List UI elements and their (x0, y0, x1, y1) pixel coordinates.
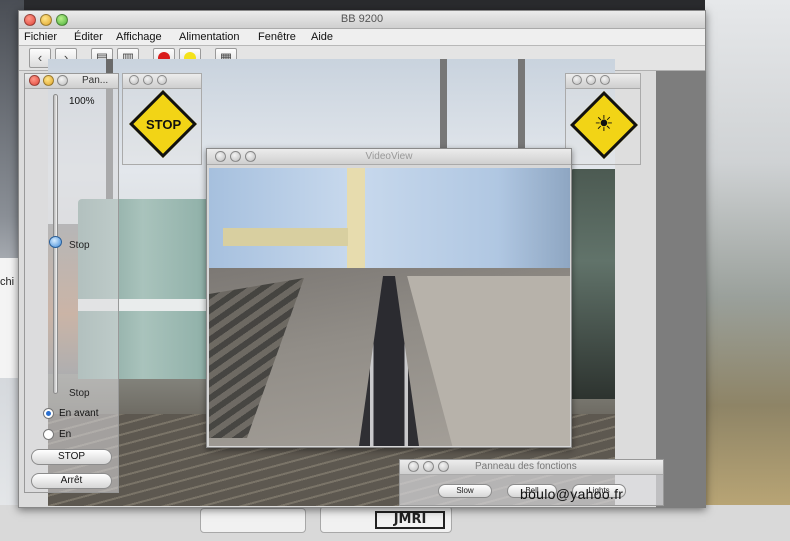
light-sign-panel: ☀ (565, 73, 641, 165)
zoom-button[interactable] (157, 75, 167, 85)
minimize-button[interactable] (423, 461, 434, 472)
function-slow-button[interactable]: Slow (438, 484, 492, 498)
watermark-text: boulo@yahoo.fr (520, 486, 624, 502)
video-feed (209, 168, 570, 446)
menu-bar: Fichier Éditer Affichage Alimentation Fe… (19, 29, 705, 46)
background-panel (200, 508, 306, 533)
throttle-titlebar[interactable]: Pan... (25, 74, 118, 89)
direction-forward-label: En avant (59, 408, 99, 419)
close-button[interactable] (408, 461, 419, 472)
stop-sign-text: STOP (146, 117, 182, 132)
zoom-button[interactable] (600, 75, 610, 85)
locomotive (568, 169, 615, 399)
stop-sign-panel: STOP (122, 73, 202, 165)
zoom-button[interactable] (438, 461, 449, 472)
minimize-button[interactable] (586, 75, 596, 85)
menu-fichier[interactable]: Fichier (24, 31, 57, 43)
close-button[interactable] (129, 75, 139, 85)
arret-button[interactable]: Arrêt (31, 473, 112, 489)
minimize-button[interactable] (143, 75, 153, 85)
slider-label: Stop (69, 388, 90, 399)
window-side-strip (656, 71, 706, 508)
menu-alimentation[interactable]: Alimentation (179, 31, 240, 43)
speed-slider-thumb[interactable] (49, 236, 62, 248)
video-view-window: VideoView (206, 148, 572, 448)
stop-button[interactable]: STOP (31, 449, 112, 465)
catenary-pole (518, 59, 525, 149)
menu-aide[interactable]: Aide (311, 31, 333, 43)
close-button[interactable] (29, 75, 40, 86)
direction-forward-radio[interactable] (43, 408, 54, 419)
light-sign-titlebar[interactable] (566, 74, 640, 89)
throttle-title: Pan... (82, 75, 109, 86)
throttle-panel: Pan... 100% Stop Stop En avant En STOP A… (24, 73, 119, 493)
video-support-beam (223, 228, 348, 246)
direction-reverse-radio[interactable] (43, 429, 54, 440)
video-wall (209, 168, 570, 280)
background-window-text: chi (0, 276, 15, 288)
direction-reverse-label: En (59, 429, 72, 440)
window-title: BB 9200 (340, 13, 384, 25)
functions-titlebar[interactable]: Panneau des fonctions (400, 460, 663, 475)
video-titlebar[interactable]: VideoView (207, 149, 571, 165)
lightbulb-glyph-icon: ☀ (594, 111, 614, 136)
video-title: VideoView (365, 151, 413, 162)
menu-fenetre[interactable]: Fenêtre (258, 31, 296, 43)
desktop-background-right (705, 0, 790, 541)
minimize-button[interactable] (43, 75, 54, 86)
main-titlebar[interactable]: BB 9200 (19, 11, 705, 29)
zoom-button[interactable] (57, 75, 68, 86)
menu-affichage[interactable]: Affichage (116, 31, 162, 43)
stop-sign-titlebar[interactable] (123, 74, 201, 89)
menu-editer[interactable]: Éditer (74, 31, 103, 43)
slider-label: Stop (69, 240, 90, 251)
speed-percent-label: 100% (69, 96, 95, 107)
close-button[interactable] (572, 75, 582, 85)
functions-title: Panneau des fonctions (475, 461, 577, 472)
jmri-logo: JMRI (375, 511, 445, 529)
